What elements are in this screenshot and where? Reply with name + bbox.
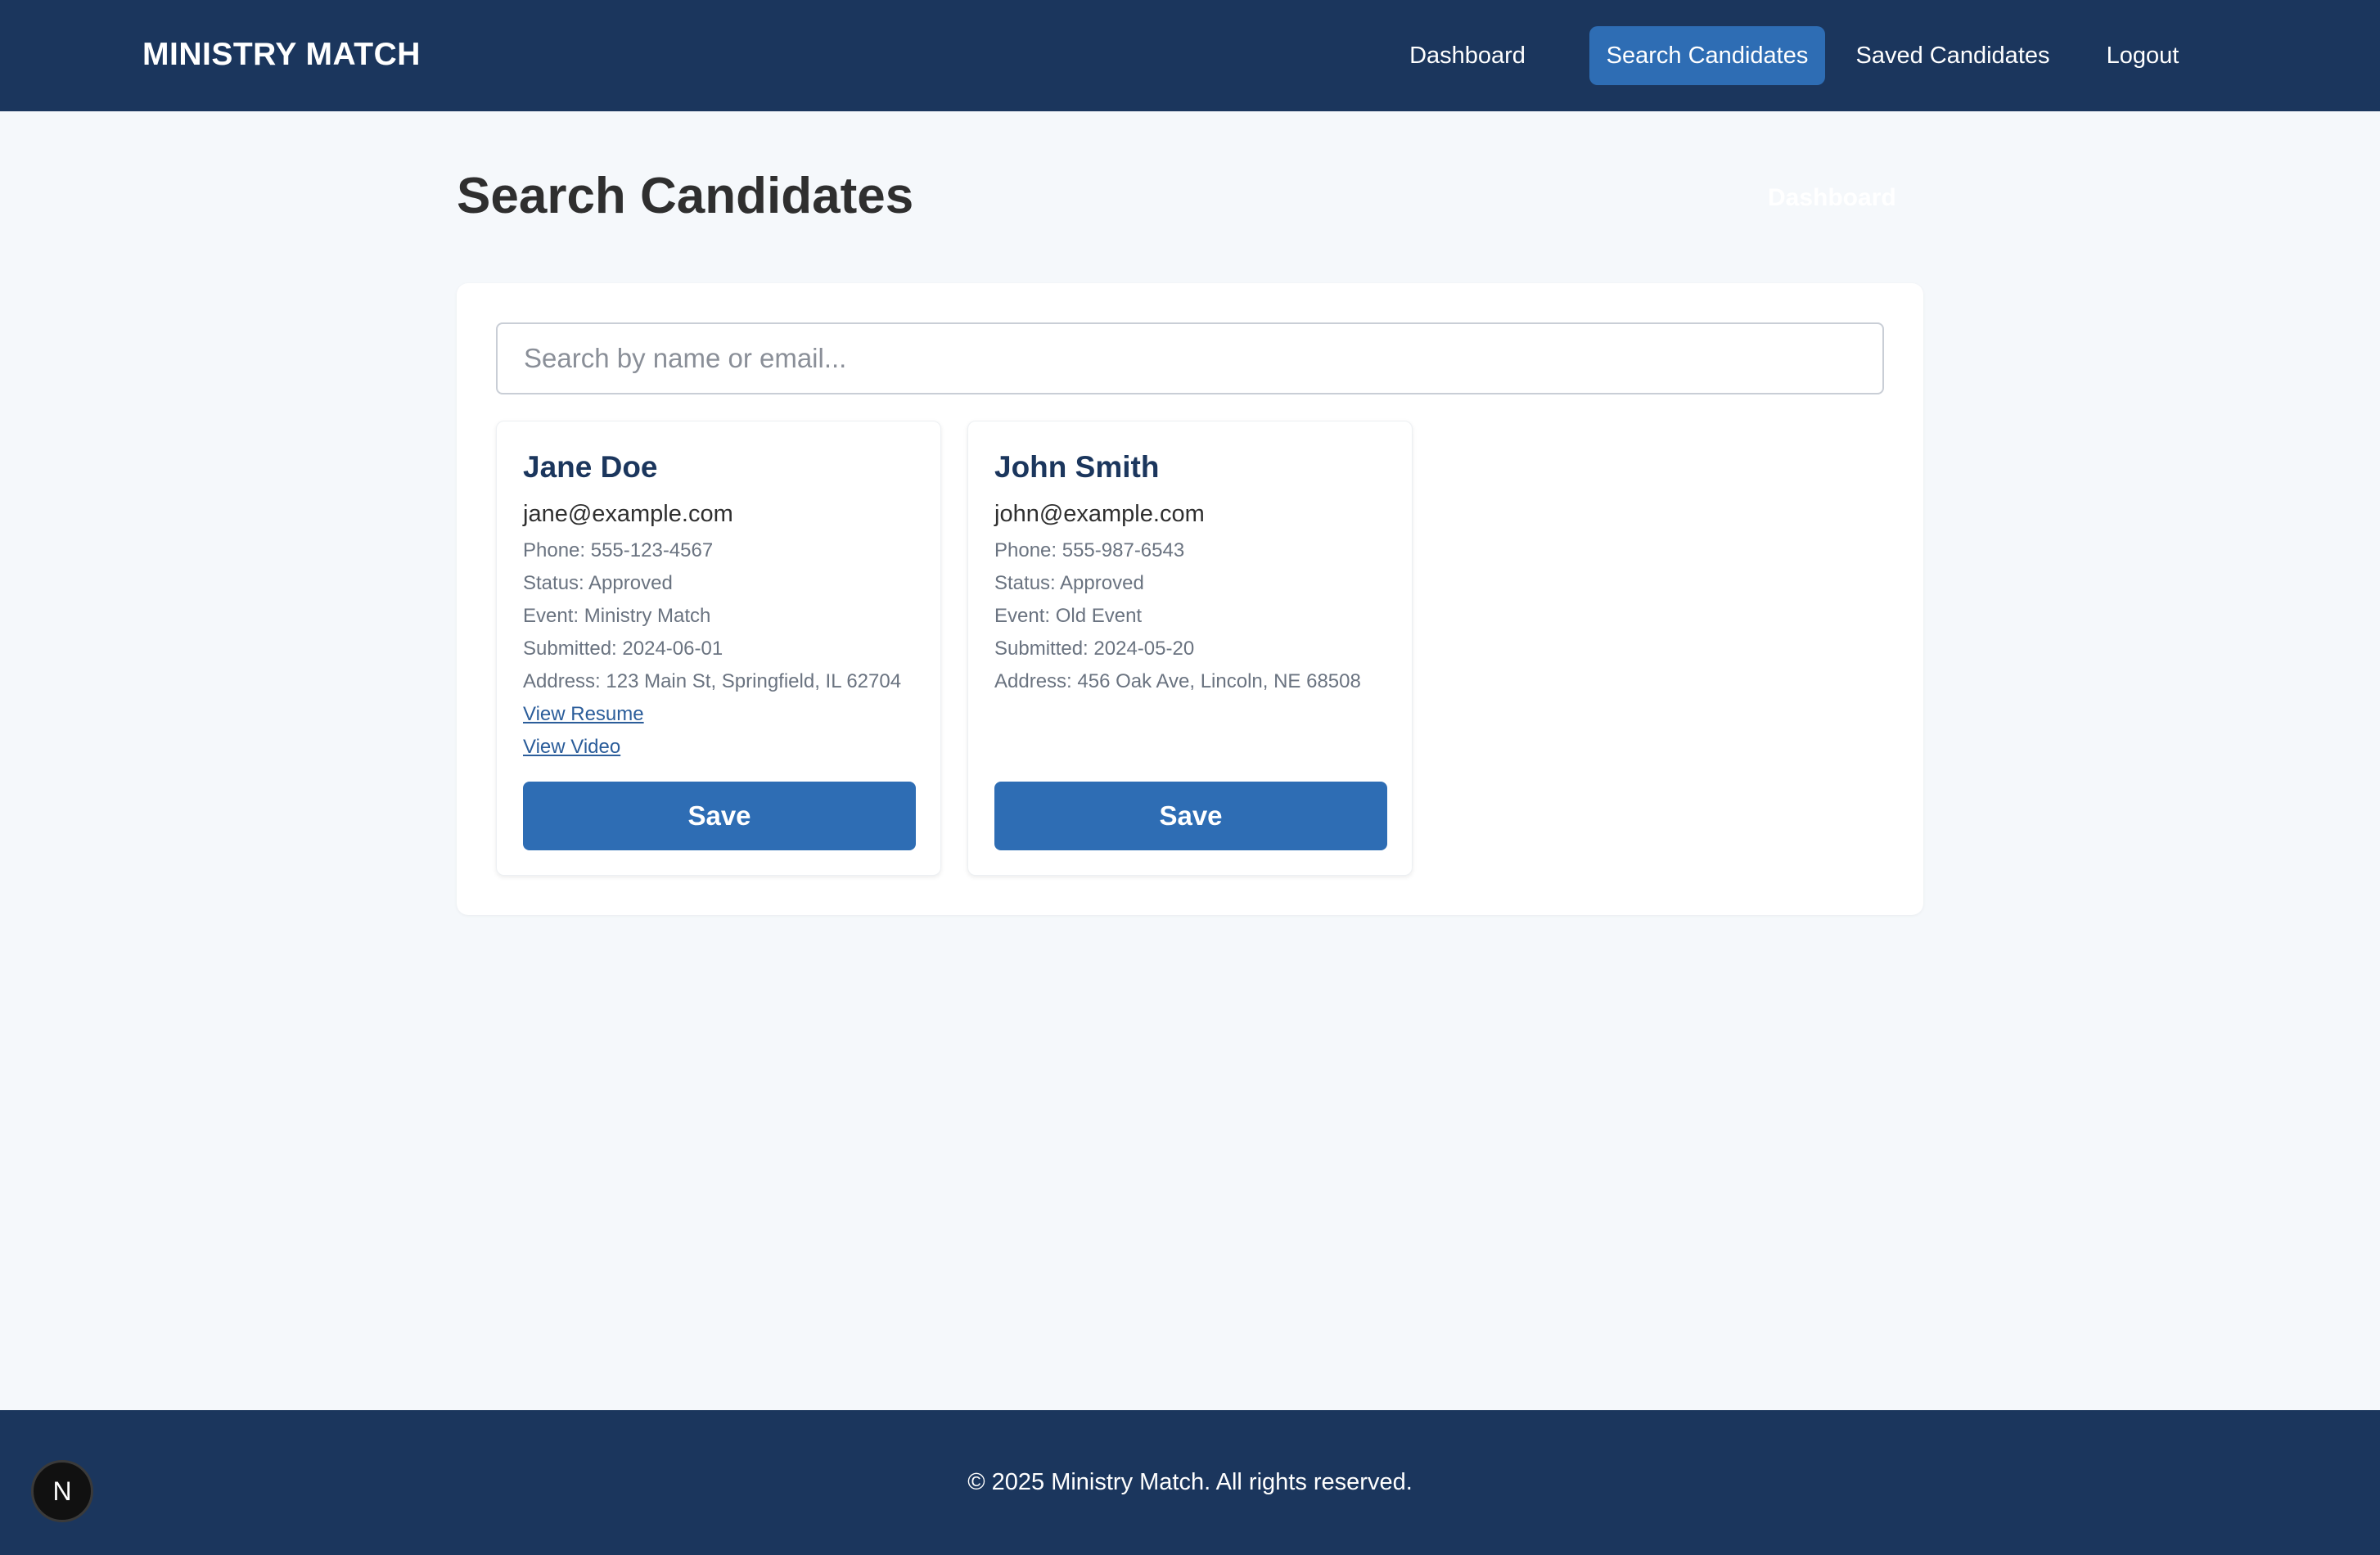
nav-search-candidates[interactable]: Search Candidates [1589,26,1825,85]
candidate-card: John Smith john@example.com Phone: 555-9… [967,421,1413,876]
nav-logout[interactable]: Logout [2092,26,2193,85]
candidate-email: john@example.com [994,501,1205,527]
candidate-submitted: Submitted: 2024-06-01 [523,638,723,660]
save-button[interactable]: Save [523,782,916,850]
candidate-phone: Phone: 555-123-4567 [523,539,714,561]
nav-saved-candidates[interactable]: Saved Candidates [1851,26,2054,85]
candidate-event: Event: Ministry Match [523,605,711,627]
view-video-link[interactable]: View Video [523,734,620,760]
search-panel: Jane Doe jane@example.com Phone: 555-123… [457,283,1923,915]
candidate-address: Address: 123 Main St, Springfield, IL 62… [523,670,902,692]
candidate-address: Address: 456 Oak Ave, Lincoln, NE 68508 [994,670,1361,692]
top-nav-bar: MINISTRY MATCH Dashboard Search Candidat… [0,0,2380,111]
footer: © 2025 Ministry Match. All rights reserv… [0,1410,2380,1555]
brand-logo-text[interactable]: MINISTRY MATCH [142,34,421,75]
page-title: Search Candidates [457,168,914,224]
dashboard-link[interactable]: Dashboard [1768,182,1896,214]
candidate-submitted: Submitted: 2024-05-20 [994,638,1195,660]
nav-dashboard[interactable]: Dashboard [1403,26,1532,85]
candidate-email: jane@example.com [523,501,733,527]
candidate-name: Jane Doe [523,450,658,484]
candidate-phone: Phone: 555-987-6543 [994,539,1185,561]
save-button[interactable]: Save [994,782,1387,850]
candidate-status: Status: Approved [523,572,673,594]
candidate-card: Jane Doe jane@example.com Phone: 555-123… [496,421,941,876]
candidate-status: Status: Approved [994,572,1144,594]
candidate-event: Event: Old Event [994,605,1143,627]
view-resume-link[interactable]: View Resume [523,701,644,728]
candidate-name: John Smith [994,450,1160,484]
footer-copyright: © 2025 Ministry Match. All rights reserv… [967,1469,1413,1495]
page: MINISTRY MATCH Dashboard Search Candidat… [0,0,2380,1555]
search-input[interactable] [496,322,1884,394]
dev-tools-badge-icon[interactable]: N [31,1460,93,1522]
